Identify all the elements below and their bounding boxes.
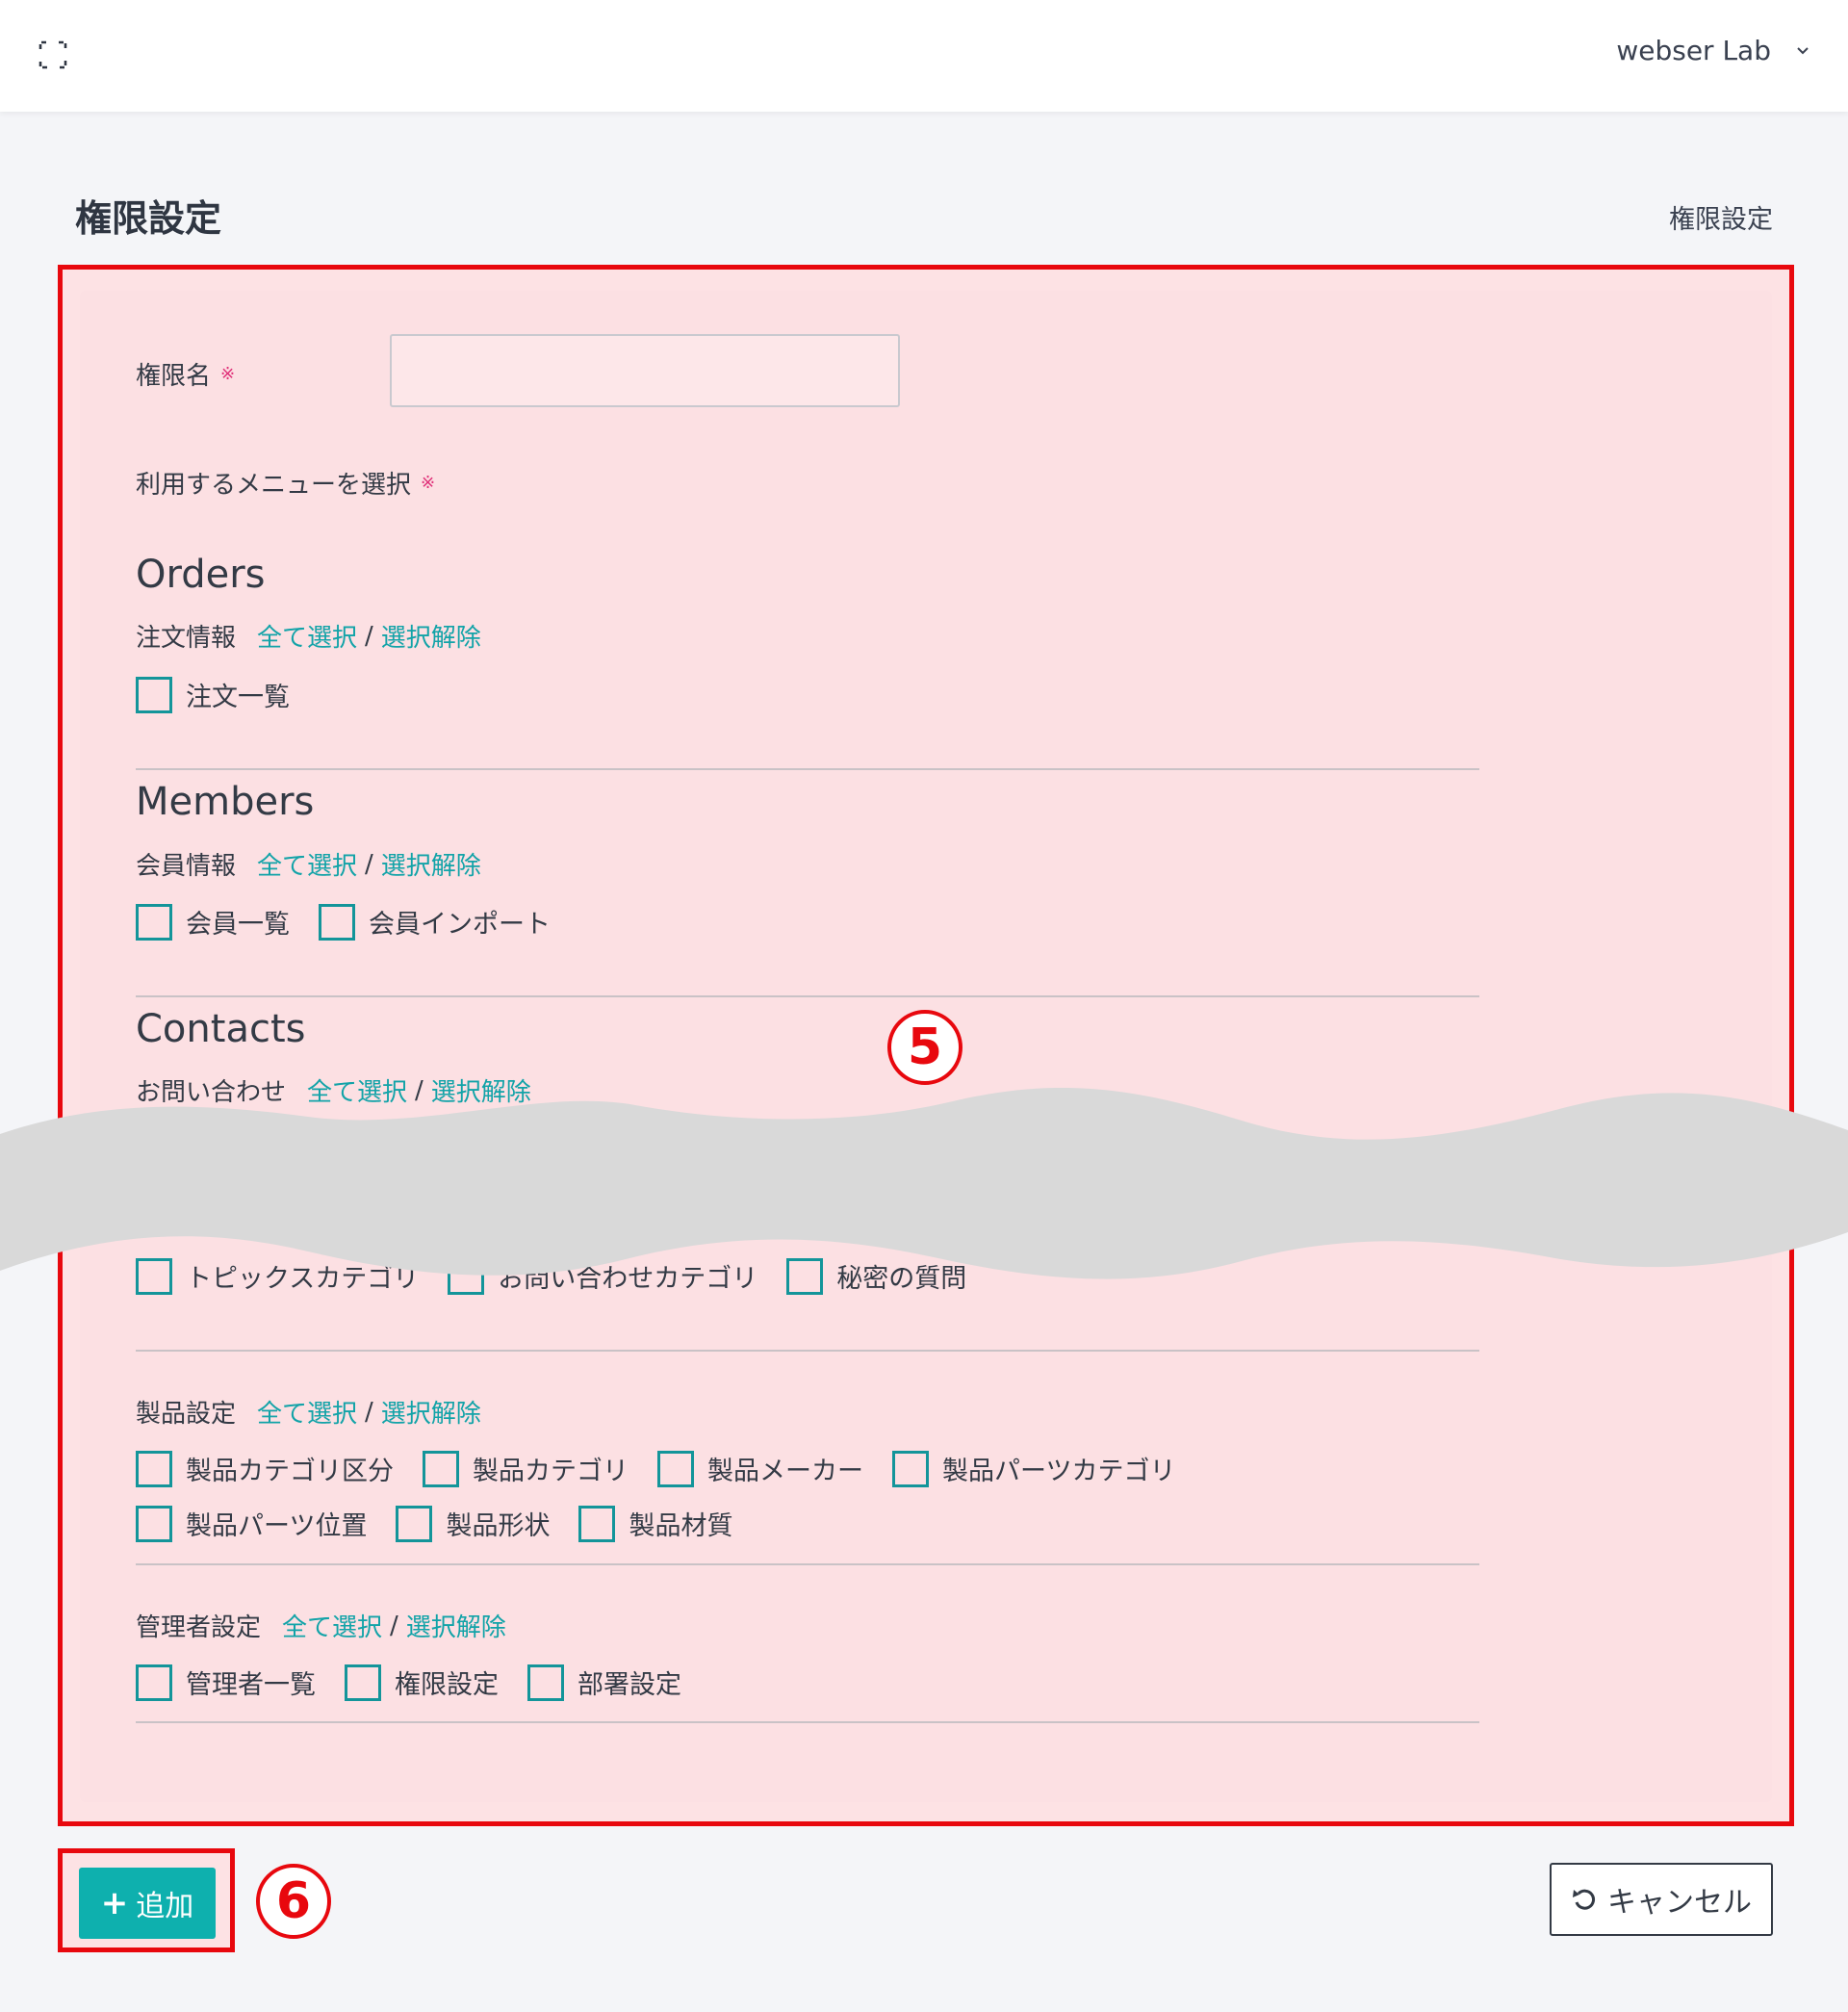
select-all-link[interactable]: 全て選択 xyxy=(282,1608,382,1643)
checkbox-box[interactable] xyxy=(423,1450,459,1487)
checkbox-box[interactable] xyxy=(319,903,355,941)
add-button-label: 追加 xyxy=(136,1890,194,1923)
checkbox-department-settings[interactable]: 部署設定 xyxy=(527,1664,681,1701)
user-menu[interactable]: webser Lab xyxy=(1616,35,1810,66)
checkbox-box[interactable] xyxy=(136,1505,172,1542)
select-all-link[interactable]: 全て選択 xyxy=(257,618,357,654)
fullscreen-icon[interactable] xyxy=(38,40,67,69)
group-row-orders: 注文情報 全て選択 / 選択解除 xyxy=(136,618,481,654)
add-highlight-frame: + 追加 xyxy=(58,1848,235,1952)
checkbox-label[interactable]: 製品パーツカテゴリ xyxy=(942,1450,1175,1487)
checkbox-admin-list[interactable]: 管理者一覧 xyxy=(136,1664,316,1701)
cancel-button[interactable]: キャンセル xyxy=(1550,1863,1773,1936)
checkbox-label[interactable]: 権限設定 xyxy=(395,1664,499,1701)
page-title: 権限設定 xyxy=(75,197,222,240)
checkbox-label[interactable]: 製品メーカー xyxy=(707,1450,863,1487)
checkbox-label[interactable]: 会員インポート xyxy=(369,903,551,941)
section-title-members: Members xyxy=(136,780,315,824)
separator: / xyxy=(365,1397,373,1427)
checkbox-product-parts-position[interactable]: 製品パーツ位置 xyxy=(136,1505,367,1542)
permission-name-label: 権限名 xyxy=(136,362,212,391)
checkbox-product-shape[interactable]: 製品形状 xyxy=(396,1505,550,1542)
checkbox-box[interactable] xyxy=(892,1450,929,1487)
group-name: 注文情報 xyxy=(136,624,237,653)
checkbox-member-list[interactable]: 会員一覧 xyxy=(136,903,290,941)
checkbox-box[interactable] xyxy=(396,1505,433,1542)
chevron-down-icon[interactable] xyxy=(1796,44,1810,58)
annotation-marker-5: 5 xyxy=(887,1010,962,1085)
checkbox-label[interactable]: 会員一覧 xyxy=(186,903,290,941)
checkbox-box[interactable] xyxy=(136,676,172,713)
checkbox-label[interactable]: 製品カテゴリ区分 xyxy=(186,1450,394,1487)
checkbox-label[interactable]: 管理者一覧 xyxy=(186,1664,316,1701)
section-divider xyxy=(136,768,1479,770)
deselect-all-link[interactable]: 選択解除 xyxy=(381,618,481,654)
permission-name-label-row: 権限名 ※ xyxy=(136,356,235,392)
group-name: 会員情報 xyxy=(136,852,237,881)
checkbox-box[interactable] xyxy=(657,1450,694,1487)
select-all-link[interactable]: 全て選択 xyxy=(257,846,357,882)
add-button[interactable]: + 追加 xyxy=(79,1868,216,1939)
annotation-marker-6: 6 xyxy=(256,1864,331,1939)
checkbox-product-category[interactable]: 製品カテゴリ xyxy=(423,1450,629,1487)
section-title-contacts: Contacts xyxy=(136,1007,306,1051)
separator: / xyxy=(365,849,373,879)
deselect-all-link[interactable]: 選択解除 xyxy=(381,1394,481,1430)
checkbox-row-products-1: 製品カテゴリ区分 製品カテゴリ 製品メーカー 製品パーツカテゴリ xyxy=(136,1450,1175,1487)
plus-icon: + xyxy=(100,1884,129,1922)
section-divider xyxy=(136,1563,1479,1565)
undo-icon xyxy=(1573,1889,1596,1910)
checkbox-product-material[interactable]: 製品材質 xyxy=(578,1505,732,1542)
checkbox-label[interactable]: 製品形状 xyxy=(446,1505,550,1542)
group-row-products: 製品設定 全て選択 / 選択解除 xyxy=(136,1394,481,1430)
user-name[interactable]: webser Lab xyxy=(1616,35,1771,66)
checkbox-row-members: 会員一覧 会員インポート xyxy=(136,903,551,941)
checkbox-product-maker[interactable]: 製品メーカー xyxy=(657,1450,863,1487)
checkbox-label[interactable]: 部署設定 xyxy=(578,1664,681,1701)
checkbox-row-orders: 注文一覧 xyxy=(136,676,290,713)
select-all-link[interactable]: 全て選択 xyxy=(257,1394,357,1430)
checkbox-box[interactable] xyxy=(578,1505,616,1542)
checkbox-member-import[interactable]: 会員インポート xyxy=(319,903,551,941)
checkbox-label[interactable]: 製品パーツ位置 xyxy=(186,1505,367,1542)
separator: / xyxy=(365,621,373,651)
checkbox-permission-settings[interactable]: 権限設定 xyxy=(345,1664,499,1701)
checkbox-label[interactable]: 製品カテゴリ xyxy=(473,1450,629,1487)
checkbox-box[interactable] xyxy=(136,1664,172,1701)
checkbox-product-parts-category[interactable]: 製品パーツカテゴリ xyxy=(892,1450,1175,1487)
checkbox-order-list[interactable]: 注文一覧 xyxy=(136,676,290,713)
permission-name-input[interactable] xyxy=(390,334,900,407)
section-divider xyxy=(136,1721,1479,1723)
breadcrumb[interactable]: 権限設定 xyxy=(1669,198,1773,236)
checkbox-box[interactable] xyxy=(527,1664,564,1701)
deselect-all-link[interactable]: 選択解除 xyxy=(381,846,481,882)
menu-select-label-row: 利用するメニューを選択 ※ xyxy=(136,465,435,501)
checkbox-row-products-2: 製品パーツ位置 製品形状 製品材質 xyxy=(136,1505,732,1542)
required-mark: ※ xyxy=(220,364,236,384)
checkbox-label[interactable]: 製品材質 xyxy=(629,1505,732,1542)
section-divider xyxy=(136,1350,1479,1352)
checkbox-box[interactable] xyxy=(136,903,172,941)
checkbox-label[interactable]: 注文一覧 xyxy=(186,676,290,713)
required-mark: ※ xyxy=(421,473,436,493)
group-name: 管理者設定 xyxy=(136,1613,262,1642)
group-name: 製品設定 xyxy=(136,1400,237,1429)
section-divider xyxy=(136,995,1479,997)
checkbox-row-admin: 管理者一覧 権限設定 部署設定 xyxy=(136,1664,681,1701)
checkbox-box[interactable] xyxy=(136,1450,172,1487)
separator: / xyxy=(390,1611,398,1640)
deselect-all-link[interactable]: 選択解除 xyxy=(406,1608,506,1643)
group-row-members: 会員情報 全て選択 / 選択解除 xyxy=(136,846,481,882)
top-bar: webser Lab xyxy=(0,0,1848,112)
checkbox-product-category-division[interactable]: 製品カテゴリ区分 xyxy=(136,1450,394,1487)
cancel-button-label: キャンセル xyxy=(1607,1886,1752,1920)
menu-select-label: 利用するメニューを選択 xyxy=(136,471,412,500)
checkbox-box[interactable] xyxy=(345,1664,381,1701)
group-row-admin: 管理者設定 全て選択 / 選択解除 xyxy=(136,1608,506,1643)
omission-wave-overlay xyxy=(0,1088,1848,1279)
section-title-orders: Orders xyxy=(136,553,266,597)
